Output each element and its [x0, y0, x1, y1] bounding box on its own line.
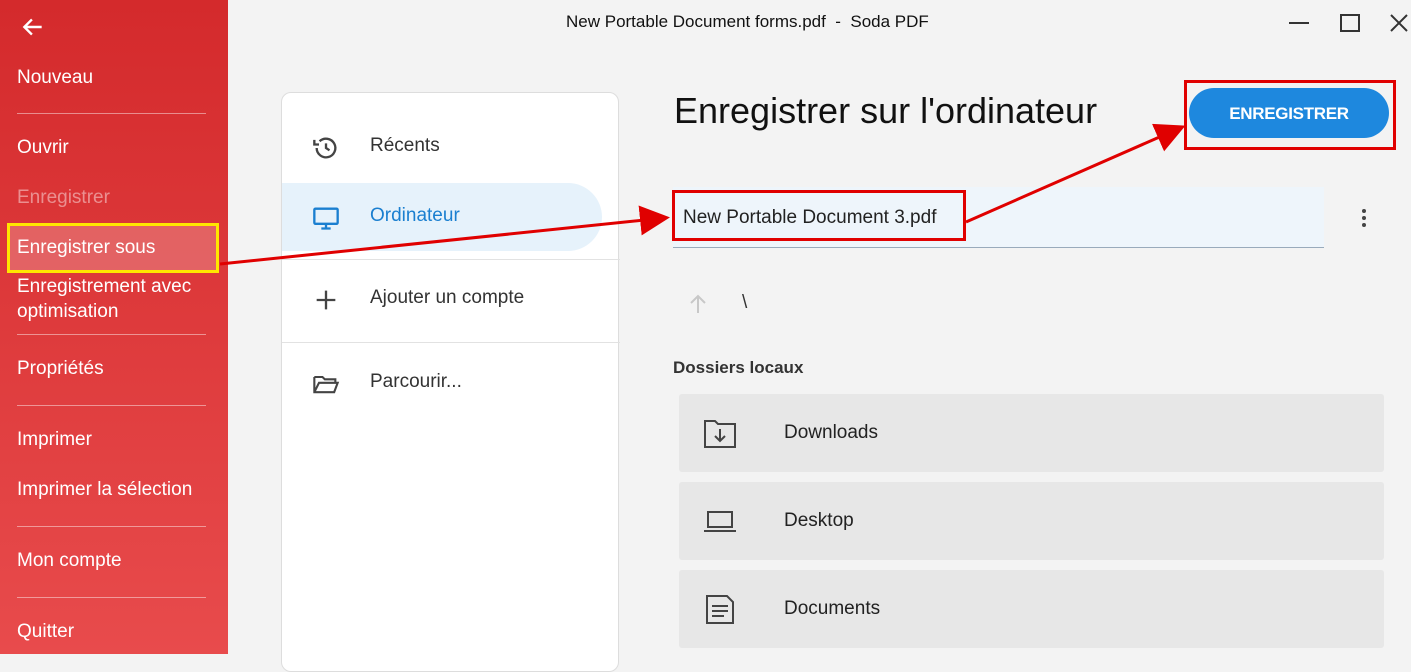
history-icon [313, 137, 337, 159]
maximize-icon[interactable] [1339, 12, 1361, 34]
location-label: Récents [370, 135, 440, 156]
menu-ouvrir[interactable]: Ouvrir [17, 135, 69, 160]
location-ordinateur[interactable]: Ordinateur [282, 183, 602, 251]
menu-label-line2: optimisation [17, 301, 119, 322]
menu-enregistrer[interactable]: Enregistrer [17, 185, 110, 210]
menu-imprimer-selection[interactable]: Imprimer la sélection [17, 477, 192, 502]
laptop-icon [704, 511, 736, 532]
divider [282, 342, 620, 343]
menu-label-line1: Enregistrement avec [17, 276, 192, 297]
divider [17, 405, 206, 406]
location-recents[interactable]: Récents [282, 113, 602, 181]
folder-label: Documents [784, 598, 881, 619]
menu-imprimer[interactable]: Imprimer [17, 427, 92, 452]
divider [17, 526, 206, 527]
location-parcourir[interactable]: Parcourir... [282, 349, 602, 417]
folder-documents[interactable]: Documents [679, 570, 1384, 648]
folder-download-icon [704, 420, 736, 448]
annotation-box-filename [672, 190, 966, 241]
divider [17, 334, 206, 335]
location-label: Ordinateur [370, 205, 460, 226]
menu-nouveau[interactable]: Nouveau [17, 65, 93, 90]
menu-quitter[interactable]: Quitter [17, 619, 74, 644]
close-icon[interactable] [1388, 12, 1410, 34]
menu-proprietes[interactable]: Propriétés [17, 356, 104, 381]
page-title: Enregistrer sur l'ordinateur [674, 90, 1098, 131]
location-label: Parcourir... [370, 371, 462, 392]
divider [17, 113, 206, 114]
save-button[interactable]: ENREGISTRER [1189, 88, 1389, 138]
document-icon [706, 595, 734, 624]
folder-downloads[interactable]: Downloads [679, 394, 1384, 472]
menu-enregistrement-optimisation[interactable]: Enregistrement avec optimisation [17, 274, 191, 324]
sidebar: Nouveau Ouvrir Enregistrer Enregistrer s… [0, 0, 228, 654]
folder-open-icon [313, 375, 340, 394]
monitor-icon [313, 207, 339, 230]
minimize-icon[interactable] [1288, 12, 1310, 34]
location-label: Ajouter un compte [370, 287, 525, 308]
divider [17, 597, 206, 598]
menu-enregistrer-sous[interactable]: Enregistrer sous [17, 235, 155, 260]
folder-label: Downloads [784, 422, 878, 443]
plus-icon [316, 290, 336, 310]
window-title: New Portable Document forms.pdf - Soda P… [566, 12, 929, 31]
arrow-left-icon[interactable] [20, 14, 46, 40]
current-path: \ [742, 292, 748, 313]
more-options-icon[interactable] [1354, 206, 1374, 230]
folder-desktop[interactable]: Desktop [679, 482, 1384, 560]
section-title: Dossiers locaux [673, 358, 804, 377]
locations-panel: Récents Ordinateur Ajouter un compte Par… [281, 92, 620, 672]
location-ajouter-compte[interactable]: Ajouter un compte [282, 265, 602, 333]
arrow-up-icon[interactable] [686, 292, 710, 316]
divider [282, 259, 620, 260]
menu-mon-compte[interactable]: Mon compte [17, 548, 122, 573]
folder-label: Desktop [784, 510, 854, 531]
